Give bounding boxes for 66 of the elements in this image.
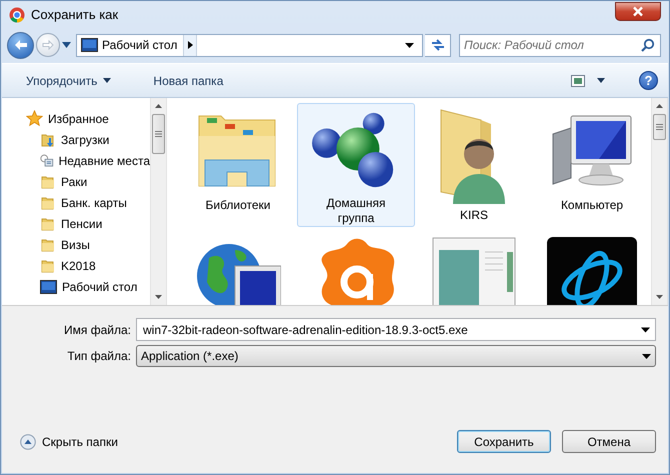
window-title: Сохранить как xyxy=(31,6,118,24)
sidebar-item[interactable]: Пенсии xyxy=(26,213,150,234)
folder-icon xyxy=(40,174,56,190)
dropdown-icon xyxy=(642,354,651,358)
file-item[interactable]: Библиотеки xyxy=(179,103,297,227)
breadcrumb-arrow-button[interactable] xyxy=(183,34,198,56)
desktop-icon xyxy=(81,38,98,52)
file-item[interactable]: KIRS xyxy=(415,103,533,227)
scroll-down-icon[interactable] xyxy=(656,295,663,299)
recent-places-icon xyxy=(40,152,54,168)
file-item[interactable]: Домашняя группа xyxy=(297,103,415,227)
browser-logo-icon xyxy=(9,7,25,23)
scrollbar-thumb[interactable] xyxy=(152,114,165,154)
sidebar-header[interactable]: Избранное xyxy=(26,108,150,129)
sidebar-item[interactable]: Банк. карты xyxy=(26,192,150,213)
desktop-icon xyxy=(40,280,57,294)
scrollbar-thumb[interactable] xyxy=(653,114,666,140)
field-label: Тип файла: xyxy=(66,348,131,365)
folder-icon xyxy=(40,216,56,232)
star-icon xyxy=(26,110,43,127)
breadcrumb-location[interactable]: Рабочий стол xyxy=(102,36,178,54)
left-arrow-icon xyxy=(14,39,28,51)
right-arrow-icon xyxy=(42,40,54,50)
refresh-icon xyxy=(430,38,446,52)
vertical-scrollbar[interactable] xyxy=(651,98,668,305)
file-item[interactable]: Компьютер xyxy=(533,103,651,227)
scroll-down-icon[interactable] xyxy=(155,295,162,299)
caret-icon xyxy=(103,78,112,83)
search-field[interactable]: Поиск: Рабочий стол xyxy=(459,34,661,56)
field-label: Имя файла: xyxy=(63,322,131,338)
file-type-dropdown[interactable]: Application (*.exe) xyxy=(136,345,656,367)
folder-icon xyxy=(40,258,56,274)
address-bar[interactable]: Рабочий стол xyxy=(76,34,423,56)
sidebar-item[interactable]: Визы xyxy=(26,234,150,255)
grip-icon xyxy=(656,124,663,130)
save-button[interactable]: Сохранить xyxy=(457,430,551,453)
scroll-up-icon[interactable] xyxy=(155,104,162,108)
arrow-icon xyxy=(188,41,193,49)
sidebar-item[interactable]: Рабочий стол xyxy=(26,276,150,297)
sidebar-item[interactable]: Загрузки xyxy=(26,129,150,150)
grip-icon xyxy=(155,131,162,137)
launcher-logo-icon xyxy=(546,236,638,305)
hide-folders-button[interactable]: Скрыть папки xyxy=(14,432,118,450)
scroll-up-icon[interactable] xyxy=(656,104,663,108)
new-folder-button[interactable]: Новая папка xyxy=(145,70,232,92)
close-button[interactable] xyxy=(615,2,661,20)
caret-icon xyxy=(597,78,605,83)
dropdown-icon[interactable] xyxy=(405,42,414,48)
organize-menu[interactable]: Упорядочить xyxy=(18,70,120,92)
vertical-scrollbar[interactable] xyxy=(150,98,167,305)
sidebar-item[interactable]: Раки xyxy=(26,171,150,192)
sidebar-item[interactable]: K2018 xyxy=(26,255,150,276)
dropdown-icon[interactable] xyxy=(641,327,650,332)
refresh-button[interactable] xyxy=(425,34,451,56)
sidebar-item[interactable]: Недавние места xyxy=(26,150,150,171)
file-name-field[interactable]: win7-32bit-radeon-software-adrenalin-edition-18.9.3-oct5.exe xyxy=(136,318,656,341)
folder-icon xyxy=(40,236,56,252)
caret-icon[interactable] xyxy=(62,42,71,48)
close-icon xyxy=(632,6,644,16)
back-button[interactable] xyxy=(7,32,34,58)
view-icon xyxy=(571,74,585,86)
downloads-folder-icon xyxy=(40,132,56,148)
folder-icon xyxy=(40,194,56,210)
search-icon xyxy=(641,38,655,52)
collapse-icon xyxy=(20,434,36,450)
cancel-button[interactable]: Отмена xyxy=(562,430,656,453)
